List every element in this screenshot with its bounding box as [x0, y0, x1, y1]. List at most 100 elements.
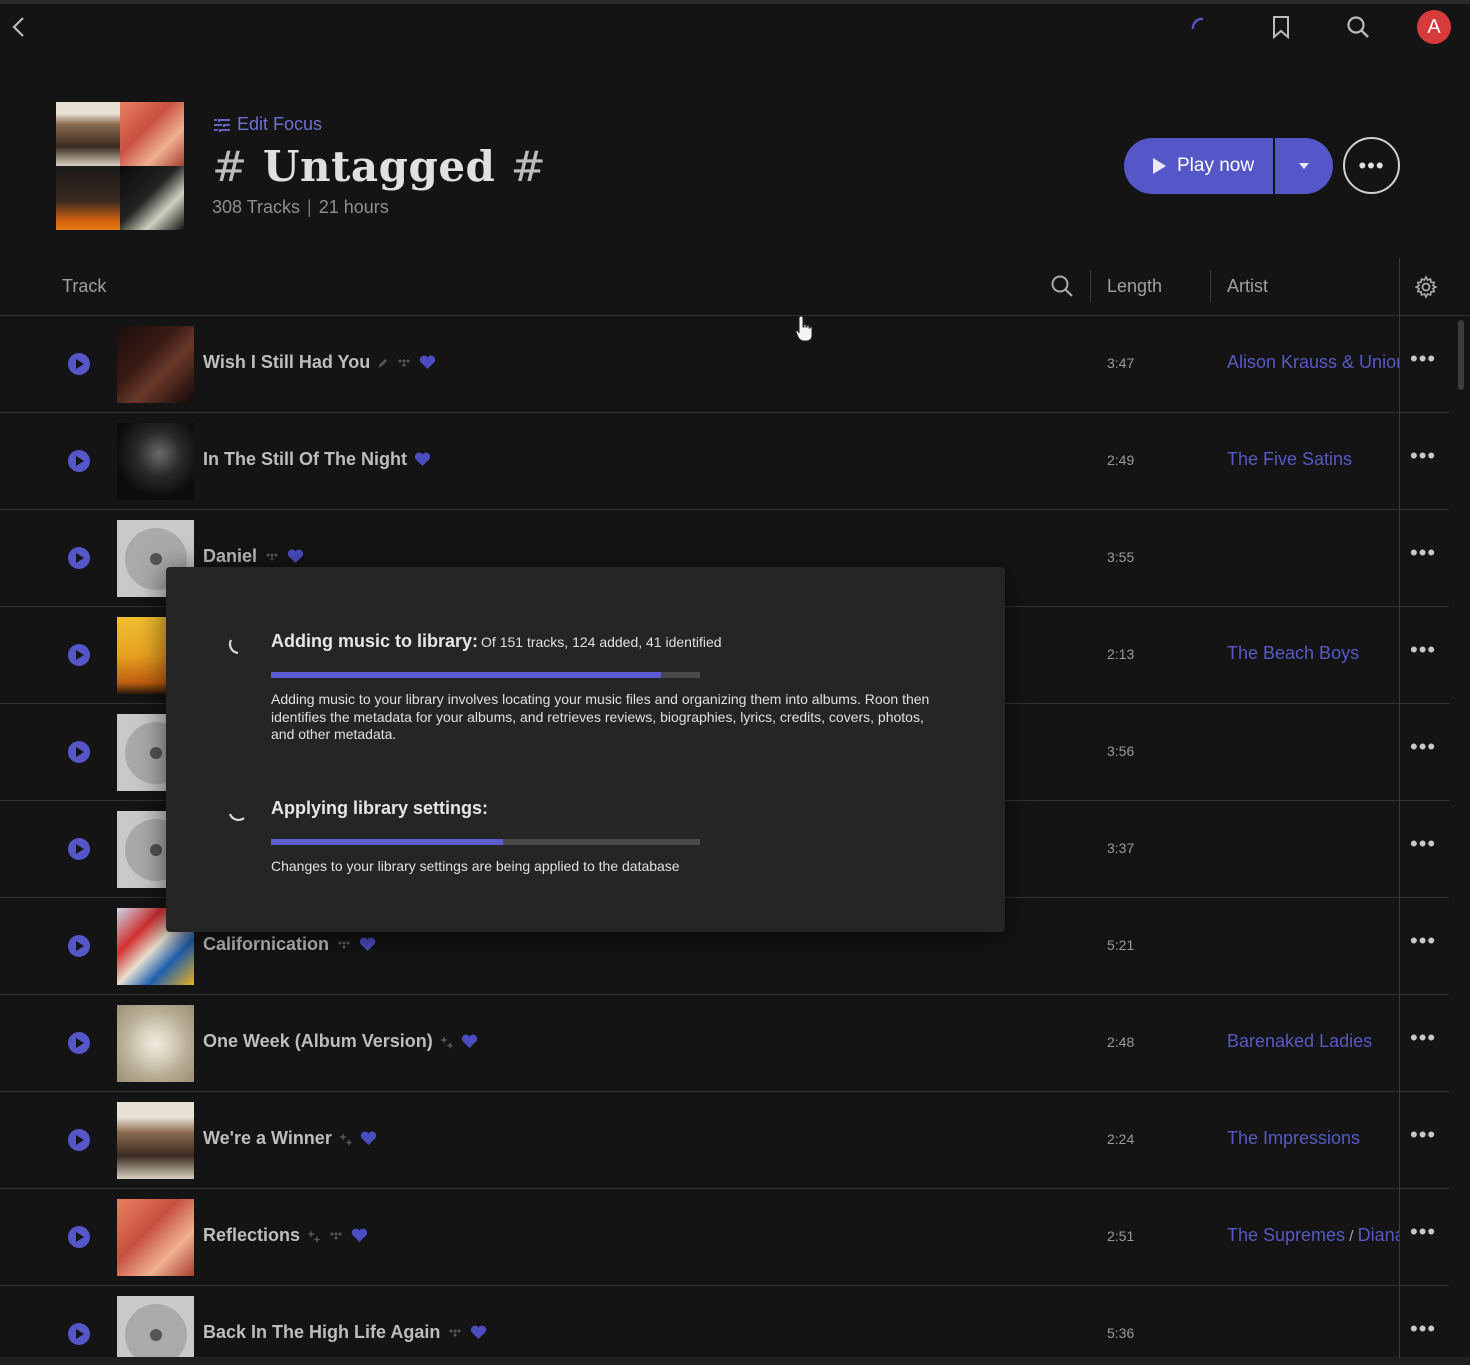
play-track-button[interactable]: [68, 935, 90, 957]
play-options-dropdown[interactable]: [1275, 138, 1333, 194]
heart-icon[interactable]: [414, 452, 431, 467]
column-divider[interactable]: [1090, 270, 1091, 302]
table-row[interactable]: Back In The High Life Again 5:36 •••: [0, 1286, 1449, 1365]
play-track-button[interactable]: [68, 547, 90, 569]
task-settings-heading: Applying library settings:: [271, 798, 489, 818]
track-artist[interactable]: The Beach Boys: [1227, 643, 1399, 664]
track-title[interactable]: Californication: [203, 934, 329, 955]
track-artist[interactable]: Alison Krauss & Union Station: [1227, 352, 1399, 373]
row-more-icon[interactable]: •••: [1410, 637, 1436, 663]
table-row[interactable]: Wish I Still Had You 3:47 Alison Krauss …: [0, 316, 1449, 413]
track-title[interactable]: Reflections: [203, 1225, 300, 1246]
heart-icon[interactable]: [360, 1131, 377, 1146]
column-divider: [1399, 1286, 1400, 1365]
artist-link[interactable]: Diana Ross: [1358, 1225, 1399, 1245]
track-length: 2:48: [1107, 1034, 1135, 1050]
play-track-button[interactable]: [68, 741, 90, 763]
task-adding-heading: Adding music to library: Of 151 tracks, 1…: [271, 631, 722, 652]
tidal-icon: [396, 358, 412, 368]
bottom-strip: [0, 1357, 1470, 1365]
heart-icon[interactable]: [351, 1228, 368, 1243]
loading-spinner-icon: [1184, 10, 1218, 44]
track-artist[interactable]: The Impressions: [1227, 1128, 1399, 1149]
heart-icon[interactable]: [359, 937, 376, 952]
tidal-icon: [264, 552, 280, 562]
column-divider[interactable]: [1210, 270, 1211, 302]
play-now-label: Play now: [1177, 155, 1255, 176]
album-art[interactable]: [117, 423, 194, 500]
album-art[interactable]: [117, 1199, 194, 1276]
track-title[interactable]: Back In The High Life Again: [203, 1322, 440, 1343]
bookmark-icon[interactable]: [1264, 10, 1298, 44]
play-track-button[interactable]: [68, 353, 90, 375]
row-more-icon[interactable]: •••: [1410, 831, 1436, 857]
album-art[interactable]: [117, 1102, 194, 1179]
album-art[interactable]: [117, 1005, 194, 1082]
heart-icon[interactable]: [470, 1325, 487, 1340]
column-divider: [1399, 801, 1400, 898]
list-scrollbar[interactable]: [1458, 320, 1464, 390]
more-options-button[interactable]: •••: [1343, 137, 1400, 194]
row-more-icon[interactable]: •••: [1410, 1219, 1436, 1245]
column-divider: [1399, 995, 1400, 1092]
track-title[interactable]: One Week (Album Version): [203, 1031, 433, 1052]
back-icon[interactable]: [2, 10, 36, 44]
track-artist[interactable]: Barenaked Ladies: [1227, 1031, 1399, 1052]
task-adding-description: Adding music to your library involves lo…: [271, 691, 930, 742]
album-art[interactable]: [117, 326, 194, 403]
hand-cursor-icon: [794, 314, 814, 349]
table-row[interactable]: In The Still Of The Night 2:49 The Five …: [0, 413, 1449, 510]
play-track-button[interactable]: [68, 838, 90, 860]
edit-focus-link[interactable]: Edit Focus: [213, 114, 322, 135]
row-more-icon[interactable]: •••: [1410, 1122, 1436, 1148]
gear-icon[interactable]: [1414, 275, 1438, 304]
table-row[interactable]: One Week (Album Version) 2:48 Barenaked …: [0, 995, 1449, 1092]
loading-spinner-icon: [226, 801, 248, 823]
track-length: 3:47: [1107, 355, 1135, 371]
heart-icon[interactable]: [461, 1034, 478, 1049]
play-track-button[interactable]: [68, 1032, 90, 1054]
track-artist[interactable]: The Five Satins: [1227, 449, 1399, 470]
track-title[interactable]: Daniel: [203, 546, 257, 567]
heart-icon[interactable]: [287, 549, 304, 564]
user-avatar[interactable]: A: [1417, 10, 1451, 44]
column-length[interactable]: Length: [1107, 276, 1162, 297]
row-more-icon[interactable]: •••: [1410, 1316, 1436, 1342]
track-artist[interactable]: The Supremes / Diana Ross: [1227, 1225, 1399, 1246]
row-more-icon[interactable]: •••: [1410, 734, 1436, 760]
column-artist[interactable]: Artist: [1227, 276, 1268, 297]
row-more-icon[interactable]: •••: [1410, 540, 1436, 566]
focus-cover-collage: [56, 102, 184, 230]
table-search-icon[interactable]: [1050, 274, 1074, 303]
total-duration: 21 hours: [318, 197, 389, 217]
table-row[interactable]: Reflections 2:51 The Supremes / Diana Ro…: [0, 1189, 1449, 1286]
track-length: 3:55: [1107, 549, 1135, 565]
row-more-icon[interactable]: •••: [1410, 1025, 1436, 1051]
row-more-icon[interactable]: •••: [1410, 928, 1436, 954]
track-title[interactable]: We're a Winner: [203, 1128, 332, 1149]
tidal-icon: [328, 1231, 344, 1241]
play-track-button[interactable]: [68, 644, 90, 666]
artist-link[interactable]: The Supremes: [1227, 1225, 1345, 1245]
track-title[interactable]: In The Still Of The Night: [203, 449, 407, 470]
track-table-header: Track Length Artist: [0, 258, 1470, 316]
row-more-icon[interactable]: •••: [1410, 346, 1436, 372]
column-track[interactable]: Track: [62, 276, 106, 297]
top-bar: A: [0, 4, 1470, 50]
sparkle-icon: [338, 1132, 353, 1146]
row-more-icon[interactable]: •••: [1410, 443, 1436, 469]
track-length: 3:56: [1107, 743, 1135, 759]
search-icon[interactable]: [1341, 10, 1375, 44]
track-length: 5:21: [1107, 937, 1135, 953]
task-settings-description: Changes to your library settings are bei…: [271, 858, 680, 874]
play-track-button[interactable]: [68, 1323, 90, 1345]
table-row[interactable]: We're a Winner 2:24 The Impressions •••: [0, 1092, 1449, 1189]
album-art-placeholder[interactable]: [117, 1296, 194, 1365]
heart-icon[interactable]: [419, 355, 436, 370]
play-track-button[interactable]: [68, 1226, 90, 1248]
page-title: # Untagged #: [212, 142, 546, 191]
track-title[interactable]: Wish I Still Had You: [203, 352, 370, 373]
play-now-button[interactable]: Play now: [1124, 138, 1273, 194]
play-track-button[interactable]: [68, 1129, 90, 1151]
play-track-button[interactable]: [68, 450, 90, 472]
